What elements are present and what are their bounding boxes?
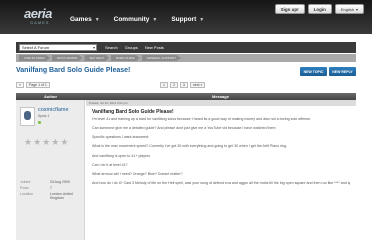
- new-topic-button[interactable]: NEW TOPIC: [300, 67, 327, 76]
- nav-support-label: Support: [171, 16, 197, 23]
- nav-games[interactable]: Games ▼: [70, 16, 100, 23]
- star-icon: ★: [24, 137, 33, 147]
- page-link[interactable]: 3: [179, 82, 188, 88]
- page-title[interactable]: Vanilfang Bard Solo Guide Please!: [16, 67, 130, 74]
- star-icon: ★: [51, 137, 60, 147]
- message-column-header: Message: [212, 94, 229, 99]
- post-body: Vanilfang Bard Solo Guide Please! I'm le…: [86, 106, 356, 240]
- language-label: English: [340, 6, 354, 12]
- logo-text: aeria: [24, 6, 52, 21]
- language-selector[interactable]: English ▾: [334, 4, 364, 14]
- author-name[interactable]: cosmicflame: [38, 107, 69, 113]
- author-stat: Joined 03 Aug 2009: [20, 180, 82, 184]
- pagination: 1 2 3 next »: [160, 82, 206, 88]
- breadcrumb-item[interactable]: GENERAL SUPPORT: [141, 55, 182, 61]
- author-stat: Posts 7: [20, 186, 82, 190]
- account-actions: Sign up! Login English ▾: [274, 4, 364, 14]
- breadcrumb: FORUM INDEX ROOT ARMOR SET HELP BARD GUI…: [16, 54, 356, 62]
- author-column-header: Author: [43, 94, 58, 99]
- page-link[interactable]: 2: [169, 82, 178, 88]
- stat-label: Joined: [20, 180, 31, 184]
- nav-community-label: Community: [113, 16, 150, 23]
- logo-subtext: GAMES: [30, 20, 50, 25]
- star-icon: ★: [42, 137, 51, 147]
- forum-toolbar: Select A Forum ▾ Search Groups New Posts: [16, 42, 356, 53]
- forum-select[interactable]: Select A Forum ▾: [19, 44, 97, 51]
- search-link[interactable]: Search: [105, 45, 118, 50]
- online-status-icon: [38, 121, 41, 124]
- stat-label: Location: [20, 192, 34, 197]
- author-rank: Apsis 1: [38, 114, 50, 118]
- chevron-down-icon: ▾: [92, 45, 95, 50]
- reputation-stars: ★ ★ ★ ★ ★: [24, 138, 68, 147]
- forum-select-value: Select A Forum: [22, 45, 50, 50]
- aeria-logo[interactable]: aeria GAMES: [24, 6, 58, 26]
- star-icon: ★: [60, 137, 69, 147]
- stat-value: 7: [50, 186, 52, 191]
- nav-games-label: Games: [70, 16, 92, 23]
- new-posts-link[interactable]: New Posts: [145, 45, 164, 50]
- forum-links: Search Groups New Posts: [105, 45, 164, 50]
- stat-value: London United Kingdom: [50, 192, 73, 201]
- chevron-down-icon: ▾: [355, 6, 358, 12]
- groups-link[interactable]: Groups: [125, 45, 138, 50]
- star-icon: ★: [33, 137, 42, 147]
- avatar-image: [24, 111, 31, 120]
- next-page-button[interactable]: next »: [189, 82, 206, 88]
- thread-actions: NEW TOPIC NEW REPLY: [300, 67, 356, 76]
- chevron-down-icon: ▼: [152, 16, 158, 23]
- main-nav: Games ▼ Community ▼ Support ▼: [70, 16, 204, 23]
- prev-page-button[interactable]: «: [16, 82, 24, 88]
- page-count: Page 1 of 1: [25, 82, 50, 88]
- post-timestamp: Posted: Jul 10, 2011 3:01 pm: [89, 101, 128, 105]
- breadcrumb-item[interactable]: SET HELP: [84, 55, 109, 61]
- login-button[interactable]: Login: [307, 4, 332, 14]
- page-link[interactable]: 1: [160, 82, 168, 88]
- author-stat: Location London United Kingdom: [20, 192, 82, 200]
- nav-community[interactable]: Community ▼: [114, 16, 158, 23]
- breadcrumb-item[interactable]: ROOT ARMOR: [52, 55, 83, 61]
- stat-value: 03 Aug 2009: [50, 180, 70, 184]
- chevron-down-icon: ▼: [94, 16, 100, 23]
- stat-label: Posts: [20, 186, 29, 191]
- post-line: And how do i do it? Cast 3 Melody of lif…: [92, 180, 350, 185]
- breadcrumb-item[interactable]: BARD GUIDE: [110, 55, 140, 61]
- post-author-panel: cosmicflame Apsis 1 ★ ★ ★ ★ ★ Joined 03 …: [16, 100, 85, 240]
- author-stats: Joined 03 Aug 2009 Posts 7 Location Lond…: [20, 180, 82, 203]
- post-title: Vanilfang Bard Solo Guide Please!: [92, 109, 174, 115]
- posts-table-header: Author Message: [16, 93, 356, 100]
- site-header: aeria GAMES Games ▼ Community ▼ Support …: [0, 0, 372, 34]
- avatar[interactable]: [20, 107, 35, 126]
- nav-support[interactable]: Support ▼: [171, 16, 204, 23]
- signup-button[interactable]: Sign up!: [274, 4, 305, 14]
- breadcrumb-item[interactable]: FORUM INDEX: [19, 55, 50, 61]
- pagination-info: « Page 1 of 1: [16, 82, 50, 88]
- new-reply-button[interactable]: NEW REPLY: [329, 67, 356, 76]
- chevron-down-icon: ▼: [199, 16, 205, 23]
